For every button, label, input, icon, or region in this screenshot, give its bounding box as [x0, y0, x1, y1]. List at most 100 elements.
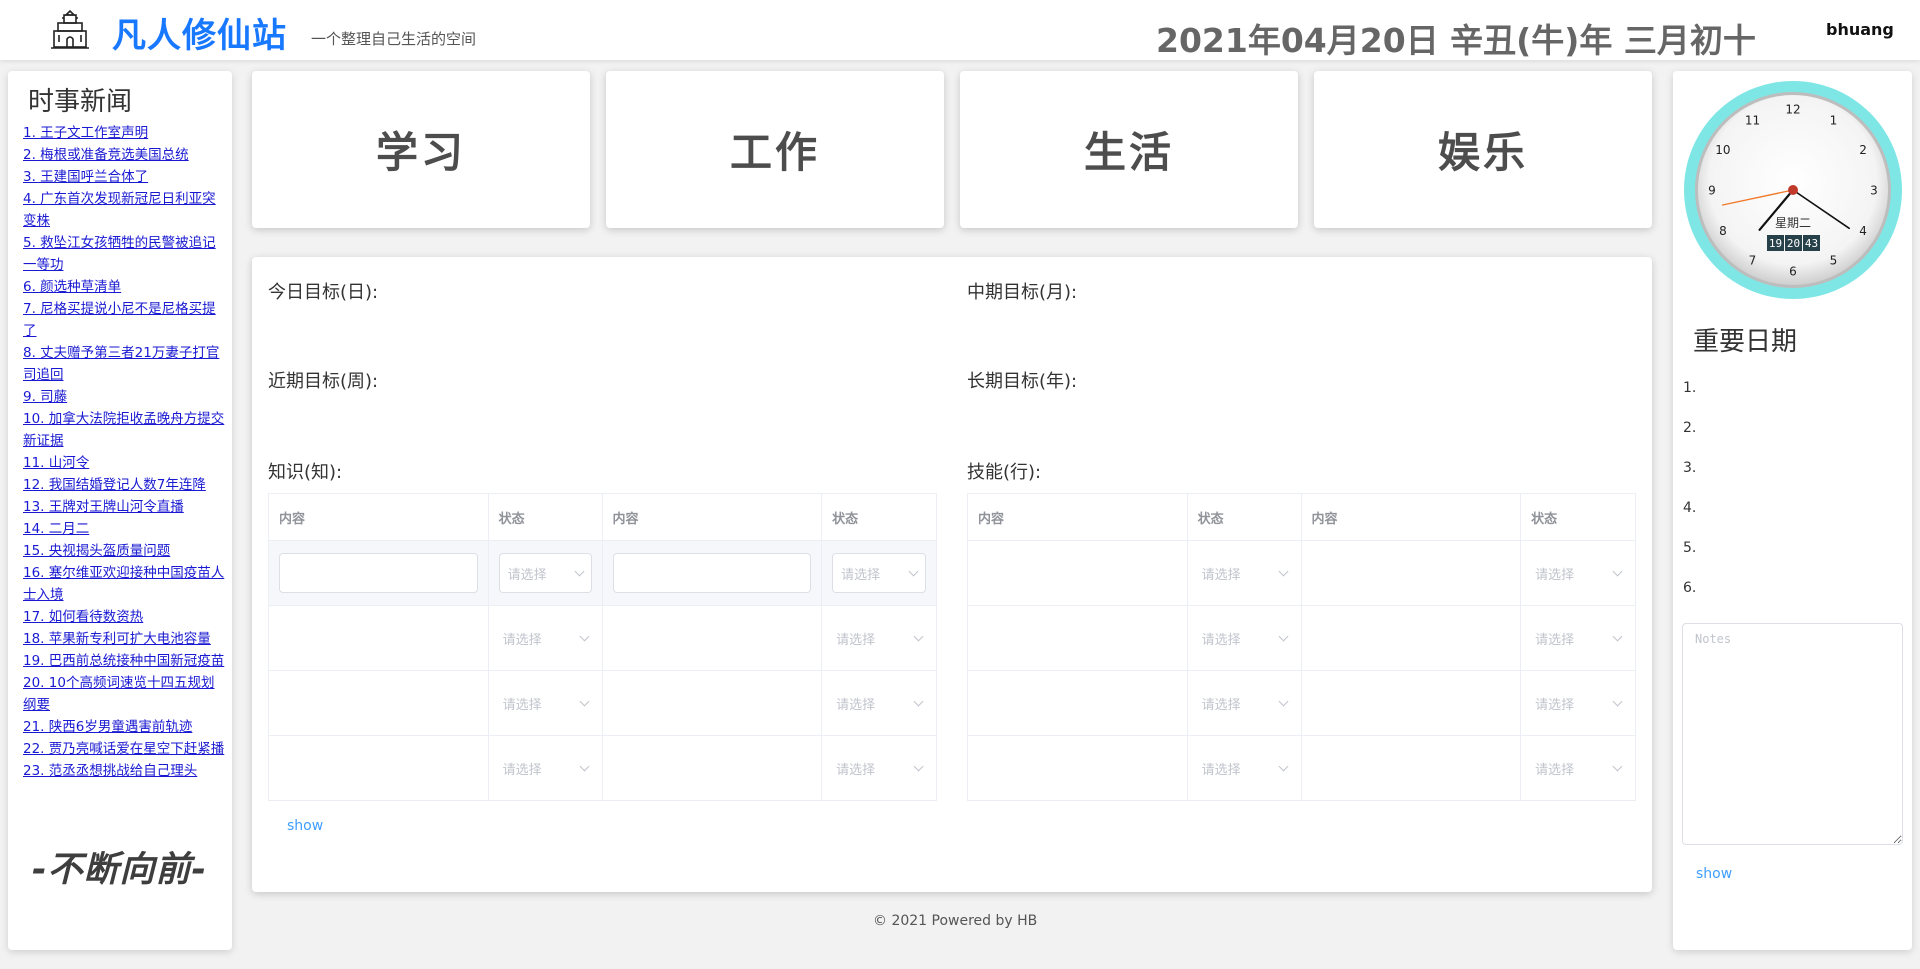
- status-select[interactable]: 请选择: [498, 553, 592, 593]
- category-label: 娱乐: [1437, 128, 1528, 177]
- column-header-status: 状态: [1520, 493, 1636, 541]
- site-subtitle: 一个整理自己生活的空间: [311, 30, 477, 48]
- news-link[interactable]: 13. 王牌对王牌山河令直播: [23, 499, 184, 515]
- category-card-fun[interactable]: 娱乐: [1314, 71, 1652, 228]
- category-label: 学习: [375, 128, 466, 177]
- select-placeholder: 请选择: [1535, 567, 1575, 583]
- status-select[interactable]: 请选择: [1531, 683, 1625, 723]
- news-link[interactable]: 12. 我国结婚登记人数7年连降: [23, 477, 206, 493]
- content-input[interactable]: [279, 553, 478, 593]
- table-cell: 请选择: [487, 735, 603, 801]
- news-link[interactable]: 10. 加拿大法院拒收孟晚舟方提交新证据: [23, 411, 224, 449]
- news-link[interactable]: 6. 颜选种草清单: [23, 279, 121, 295]
- status-select[interactable]: 请选择: [1198, 748, 1291, 788]
- status-select[interactable]: 请选择: [1198, 683, 1291, 723]
- select-placeholder: 请选择: [836, 762, 876, 778]
- clock-number: 7: [1749, 254, 1757, 268]
- category-card-work[interactable]: 工作: [606, 71, 944, 228]
- news-link[interactable]: 21. 陕西6岁男童遇害前轨迹: [23, 719, 192, 735]
- footer: © 2021 Powered by HB: [873, 913, 1038, 929]
- news-link[interactable]: 15. 央视揭头盔质量问题: [23, 543, 170, 559]
- status-select[interactable]: 请选择: [499, 618, 592, 658]
- table-cell: 请选择: [1186, 605, 1302, 671]
- clock-number: 8: [1719, 224, 1727, 238]
- motto: -不断向前-: [32, 850, 208, 890]
- yearly-goal-label: 长期目标(年):: [967, 371, 1078, 392]
- status-select[interactable]: 请选择: [499, 683, 592, 723]
- status-select[interactable]: 请选择: [1198, 553, 1291, 593]
- status-select[interactable]: 请选择: [832, 618, 926, 658]
- important-date-item: 5.: [1683, 540, 1697, 556]
- chevron-down-icon: [1278, 631, 1288, 641]
- news-link[interactable]: 1. 王子文工作室声明: [23, 125, 148, 141]
- username[interactable]: bhuang: [1826, 20, 1894, 39]
- important-show-link[interactable]: show: [1696, 866, 1732, 882]
- status-select[interactable]: 请选择: [832, 748, 926, 788]
- chevron-down-icon: [913, 696, 924, 706]
- news-link[interactable]: 11. 山河令: [23, 455, 89, 471]
- news-item: 9. 司藤: [23, 386, 227, 408]
- chevron-down-icon: [579, 696, 589, 706]
- news-panel: 时事新闻 1. 王子文工作室声明 2. 梅根或准备竞选美国总统 3. 王建国呼兰合体…: [8, 71, 232, 950]
- notes-textarea[interactable]: [1682, 623, 1903, 845]
- news-item: 4. 广东首次发现新冠尼日利亚突变株: [23, 188, 227, 232]
- status-select[interactable]: 请选择: [1531, 748, 1625, 788]
- news-link[interactable]: 5. 救坠江女孩牺牲的民警被追记一等功: [23, 235, 216, 273]
- status-select[interactable]: 请选择: [1531, 553, 1625, 593]
- column-header-content: 内容: [601, 493, 823, 541]
- skill-table: 内容 状态 内容 状态 请选择 请选择 请选择 请选择 请选择 请选择 请选择 请选择: [967, 493, 1636, 801]
- table-cell: 请选择: [487, 540, 603, 606]
- status-select[interactable]: 请选择: [832, 553, 926, 593]
- content-input[interactable]: [612, 553, 812, 593]
- status-select[interactable]: 请选择: [1531, 618, 1625, 658]
- news-item: 7. 尼格买提说小尼不是尼格买提了: [23, 298, 227, 342]
- news-link[interactable]: 4. 广东首次发现新冠尼日利亚突变株: [23, 191, 216, 229]
- table-cell: [601, 540, 823, 606]
- clock-number: 4: [1859, 224, 1867, 238]
- news-link[interactable]: 14. 二月二: [23, 521, 89, 537]
- news-item: 21. 陕西6岁男童遇害前轨迹: [23, 716, 227, 738]
- news-item: 8. 丈夫赠予第三者21万妻子打官司追回: [23, 342, 227, 386]
- news-link[interactable]: 3. 王建国呼兰合体了: [23, 169, 148, 185]
- table-cell: [268, 540, 489, 606]
- clock-number: 6: [1789, 265, 1797, 279]
- news-item: 14. 二月二: [23, 518, 227, 540]
- site-title[interactable]: 凡人修仙站: [112, 8, 287, 57]
- clock-minute-digits: 20: [1787, 237, 1800, 250]
- monthly-goal-label: 中期目标(月):: [967, 282, 1078, 303]
- table-cell: [967, 670, 1188, 736]
- chevron-down-icon: [1278, 696, 1288, 706]
- status-select[interactable]: 请选择: [1198, 618, 1291, 658]
- table-cell: [967, 605, 1188, 671]
- news-link[interactable]: 17. 如何看待数资热: [23, 609, 143, 625]
- news-link[interactable]: 19. 巴西前总统接种中国新冠疫苗: [23, 653, 224, 669]
- status-select[interactable]: 请选择: [832, 683, 926, 723]
- table-cell: [1300, 670, 1522, 736]
- table-cell: 请选择: [821, 670, 937, 736]
- category-card-life[interactable]: 生活: [960, 71, 1298, 228]
- status-select[interactable]: 请选择: [499, 748, 592, 788]
- news-item: 5. 救坠江女孩牺牲的民警被追记一等功: [23, 232, 227, 276]
- news-link[interactable]: 9. 司藤: [23, 389, 67, 405]
- news-link[interactable]: 22. 贾乃亮喊话爱在星空下赶紧播: [23, 741, 224, 757]
- daily-goal-label: 今日目标(日):: [268, 282, 379, 303]
- clock-center: [1788, 185, 1798, 195]
- column-header-status: 状态: [821, 493, 937, 541]
- table-cell: [601, 605, 823, 671]
- news-link[interactable]: 20. 10个高频词速览十四五规划纲要: [23, 675, 214, 713]
- category-card-study[interactable]: 学习: [252, 71, 590, 228]
- knowledge-show-link[interactable]: show: [287, 818, 323, 834]
- table-cell: 请选择: [1520, 735, 1636, 801]
- news-link[interactable]: 18. 苹果新专利可扩大电池容量: [23, 631, 211, 647]
- news-link[interactable]: 2. 梅根或准备竞选美国总统: [23, 147, 189, 163]
- table-row: 请选择 请选择: [268, 735, 937, 801]
- news-link[interactable]: 23. 范丞丞想挑战给自己理头: [23, 763, 197, 779]
- important-date-item: 1.: [1683, 380, 1697, 396]
- news-item: 2. 梅根或准备竞选美国总统: [23, 144, 227, 166]
- news-link[interactable]: 8. 丈夫赠予第三者21万妻子打官司追回: [23, 345, 219, 383]
- table-row: 请选择 请选择: [967, 540, 1636, 606]
- table-cell: [601, 735, 823, 801]
- news-link[interactable]: 16. 塞尔维亚欢迎接种中国疫苗人士入境: [23, 565, 224, 603]
- news-item: 11. 山河令: [23, 452, 227, 474]
- news-link[interactable]: 7. 尼格买提说小尼不是尼格买提了: [23, 301, 216, 339]
